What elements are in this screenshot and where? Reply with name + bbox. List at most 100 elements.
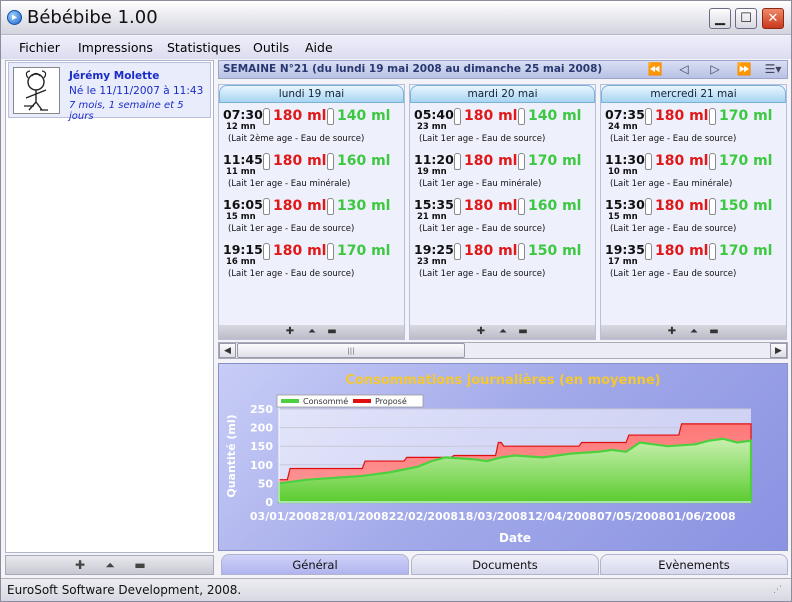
- chart-x-tick-label: 12/04/2008: [528, 510, 597, 523]
- bottle-icon: [709, 108, 716, 125]
- day-header[interactable]: mercredi 21 mai: [601, 85, 786, 103]
- meal-duration: 16 mn: [226, 257, 256, 267]
- meal-note: (Lait 1er age - Eau minérale): [610, 179, 733, 189]
- add-child-button[interactable]: ✚: [70, 558, 90, 572]
- remove-meal-button[interactable]: ▬: [514, 325, 532, 339]
- day-header[interactable]: mardi 20 mai: [410, 85, 595, 103]
- maximize-button[interactable]: ☐: [735, 8, 757, 29]
- meal-entry[interactable]: 19:25 23 mn 180 ml 150 ml (Lait 1er age …: [413, 240, 595, 284]
- resize-grip-icon[interactable]: ⋰: [773, 585, 785, 597]
- meal-entry[interactable]: 19:15 16 mn 180 ml 170 ml (Lait 1er age …: [222, 240, 404, 284]
- menu-bar: Fichier Impressions Statistiques Outils …: [1, 36, 791, 59]
- chart-x-tick-label: 03/01/2008: [250, 510, 319, 523]
- edit-meal-button[interactable]: ⏶: [303, 325, 321, 339]
- remove-meal-button[interactable]: ▬: [705, 325, 723, 339]
- chart-x-tick-label: 28/01/2008: [319, 510, 388, 523]
- bottle-icon: [645, 198, 652, 215]
- meal-entry[interactable]: 16:05 15 mn 180 ml 130 ml (Lait 1er age …: [222, 195, 404, 239]
- first-week-button[interactable]: ⏪: [641, 61, 669, 78]
- next-week-button[interactable]: ▷: [701, 61, 729, 78]
- meal-duration: 19 mn: [417, 167, 447, 177]
- menu-fichier[interactable]: Fichier: [19, 40, 60, 55]
- scroll-right-arrow-icon[interactable]: ▶: [770, 343, 787, 358]
- proposed-quantity: 180 ml: [655, 198, 709, 214]
- meal-entry[interactable]: 15:30 15 mn 180 ml 150 ml (Lait 1er age …: [604, 195, 786, 239]
- meal-entry[interactable]: 11:20 19 mn 180 ml 170 ml (Lait 1er age …: [413, 150, 595, 194]
- edit-meal-button[interactable]: ⏶: [494, 325, 512, 339]
- meal-duration: 23 mn: [417, 122, 447, 132]
- meal-time: 05:40: [414, 107, 454, 122]
- remove-child-button[interactable]: ▬: [130, 558, 150, 572]
- prev-week-button[interactable]: ◁: [670, 61, 698, 78]
- meal-entry[interactable]: 11:30 10 mn 180 ml 170 ml (Lait 1er age …: [604, 150, 786, 194]
- child-birth-date: Né le 11/11/2007 à 11:43: [69, 85, 204, 97]
- chart-title: Consommations journalières (en moyenne): [345, 373, 660, 388]
- bottle-icon: [518, 153, 525, 170]
- meal-entry[interactable]: 11:45 11 mn 180 ml 160 ml (Lait 1er age …: [222, 150, 404, 194]
- meal-entry[interactable]: 05:40 23 mn 180 ml 140 ml (Lait 1er age …: [413, 105, 595, 149]
- meal-entry[interactable]: 07:35 24 mn 180 ml 170 ml (Lait 1er age …: [604, 105, 786, 149]
- meal-note: (Lait 1er age - Eau de source): [228, 269, 355, 279]
- add-meal-button[interactable]: ✚: [281, 325, 299, 339]
- consumed-quantity: 140 ml: [337, 108, 391, 124]
- bottle-icon: [327, 153, 334, 170]
- proposed-quantity: 180 ml: [273, 153, 327, 169]
- add-meal-button[interactable]: ✚: [663, 325, 681, 339]
- meal-entry[interactable]: 19:35 17 mn 180 ml 170 ml (Lait 1er age …: [604, 240, 786, 284]
- meal-note: (Lait 1er age - Eau minérale): [419, 179, 542, 189]
- meal-entry[interactable]: 15:35 21 mn 180 ml 160 ml (Lait 1er age …: [413, 195, 595, 239]
- scroll-left-arrow-icon[interactable]: ◀: [219, 343, 236, 358]
- day-header[interactable]: lundi 19 mai: [219, 85, 404, 103]
- meal-note: (Lait 1er age - Eau de source): [419, 134, 546, 144]
- baby-drawing-icon: [24, 70, 48, 111]
- title-bar[interactable]: ▸ Bébébibe 1.00 ▁ ☐ ✕: [1, 1, 791, 35]
- consumed-quantity: 150 ml: [528, 243, 582, 259]
- tab-events[interactable]: Evènements: [600, 554, 788, 575]
- edit-child-button[interactable]: ⏶: [100, 558, 120, 572]
- remove-meal-button[interactable]: ▬: [323, 325, 341, 339]
- chart-x-axis-label: Date: [499, 531, 531, 545]
- menu-aide[interactable]: Aide: [305, 40, 333, 55]
- bottle-icon: [327, 198, 334, 215]
- chart-y-tick-label: 50: [258, 477, 274, 490]
- scrollbar-thumb[interactable]: |||: [237, 343, 465, 358]
- week-menu-button[interactable]: ☰▾: [759, 61, 787, 78]
- bottle-icon: [518, 108, 525, 125]
- consumption-chart: 0 50 100 150 200 250 03/01/2008 28/01/2008 22/02…: [218, 363, 788, 551]
- bottle-icon: [263, 153, 270, 170]
- menu-impressions[interactable]: Impressions: [78, 40, 153, 55]
- proposed-quantity: 180 ml: [464, 243, 518, 259]
- last-week-button[interactable]: ⏩: [730, 61, 758, 78]
- tab-documents[interactable]: Documents: [411, 554, 599, 575]
- meal-time: 11:20: [414, 152, 454, 167]
- meal-note: (Lait 1er age - Eau de source): [228, 224, 355, 234]
- child-profile-item[interactable]: Jérémy Molette Né le 11/11/2007 à 11:43 …: [8, 62, 211, 122]
- day-column-monday: lundi 19 mai 07:30 12 mn 180 ml 140 ml (…: [218, 84, 405, 340]
- meal-note: (Lait 1er age - Eau de source): [610, 224, 737, 234]
- status-bar: EuroSoft Software Development, 2008. ⋰: [1, 578, 791, 601]
- add-meal-button[interactable]: ✚: [472, 325, 490, 339]
- menu-statistiques[interactable]: Statistiques: [167, 40, 241, 55]
- minimize-button[interactable]: ▁: [709, 8, 731, 29]
- consumed-quantity: 170 ml: [528, 153, 582, 169]
- consumed-quantity: 160 ml: [528, 198, 582, 214]
- bottle-icon: [454, 243, 461, 260]
- menu-outils[interactable]: Outils: [253, 40, 289, 55]
- days-horizontal-scrollbar[interactable]: ◀ ||| ▶: [218, 342, 788, 359]
- close-button[interactable]: ✕: [762, 8, 784, 29]
- bottle-icon: [454, 108, 461, 125]
- tab-general[interactable]: Général: [221, 554, 409, 575]
- proposed-quantity: 180 ml: [464, 108, 518, 124]
- edit-meal-button[interactable]: ⏶: [685, 325, 703, 339]
- meal-entry[interactable]: 07:30 12 mn 180 ml 140 ml (Lait 2ème age…: [222, 105, 404, 149]
- meal-time: 19:15: [223, 242, 263, 257]
- meal-duration: 10 mn: [608, 167, 638, 177]
- app-icon[interactable]: ▸: [7, 10, 22, 25]
- meal-note: (Lait 1er age - Eau de source): [419, 269, 546, 279]
- chart-x-tick-label: 22/02/2008: [389, 510, 458, 523]
- meal-time: 19:35: [605, 242, 645, 257]
- proposed-quantity: 180 ml: [273, 198, 327, 214]
- consumed-quantity: 130 ml: [337, 198, 391, 214]
- meal-duration: 11 mn: [226, 167, 256, 177]
- bottle-icon: [263, 108, 270, 125]
